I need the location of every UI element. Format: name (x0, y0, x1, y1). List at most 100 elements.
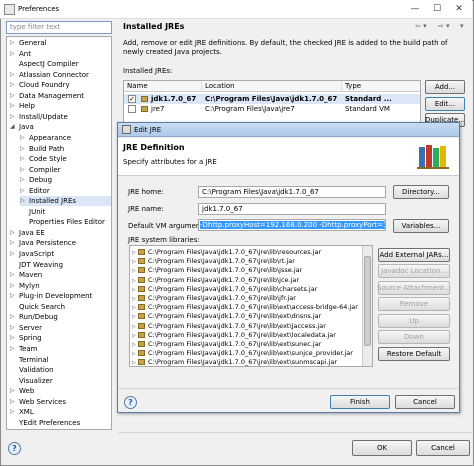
expand-icon[interactable]: ▷ (10, 333, 15, 343)
sidebar-item-install-update[interactable]: ▷ Install/Update (10, 112, 111, 122)
sidebar-item-mylyn[interactable]: ▷ Mylyn (10, 281, 111, 291)
sidebar-item-spring[interactable]: ▷ Spring (10, 333, 111, 343)
cancel-button[interactable]: Cancel (416, 440, 470, 456)
expand-icon[interactable]: ▷ (10, 101, 15, 111)
sidebar-item-quick-search[interactable]: Quick Search (10, 302, 111, 312)
sidebar-item-web[interactable]: ▷ Web (10, 386, 111, 396)
sidebar-item-aspectj-compiler[interactable]: AspectJ Compiler (10, 59, 111, 69)
libraries-scrollbar[interactable] (362, 246, 372, 366)
system-libraries-list[interactable]: ▷ C:\Program Files\Java\jdk1.7.0_67\jre\l… (129, 245, 373, 367)
sidebar-item-visualizer[interactable]: Visualizer (10, 376, 111, 386)
sidebar-item-run-debug[interactable]: ▷ Run/Debug (10, 312, 111, 322)
sidebar-item-properties-files-editor[interactable]: Properties Files Editor (20, 217, 111, 227)
expand-icon[interactable]: ▷ (20, 154, 25, 164)
expand-icon[interactable]: ▷ (20, 144, 25, 154)
sidebar-item-debug[interactable]: ▷ Debug (20, 175, 111, 185)
down-button[interactable]: Down (378, 330, 450, 344)
directory-button[interactable]: Directory... (393, 185, 449, 199)
expand-icon[interactable]: ▷ (20, 186, 25, 196)
edit-jre-button[interactable]: Edit... (425, 97, 465, 111)
expand-icon[interactable]: ▷ (10, 238, 15, 248)
jre-home-field[interactable]: C:\Program Files\Java\jdk1.7.0_67 (198, 186, 386, 198)
sidebar-item-data-management[interactable]: ▷ Data Management (10, 91, 111, 101)
library-item[interactable]: ▷ C:\Program Files\Java\jdk1.7.0_67\jre\l… (132, 294, 296, 303)
restore-default-button[interactable]: Restore Default (378, 347, 450, 361)
help-icon[interactable]: ? (8, 442, 21, 455)
library-item[interactable]: ▷ C:\Program Files\Java\jdk1.7.0_67\jre\l… (132, 312, 321, 321)
sidebar-item-xml[interactable]: ▷ XML (10, 407, 111, 417)
sidebar-item-build-path[interactable]: ▷ Build Path (20, 144, 111, 154)
library-item[interactable]: ▷ C:\Program Files\Java\jdk1.7.0_67\jre\l… (132, 322, 326, 331)
sidebar-item-jdt-weaving[interactable]: JDT Weaving (10, 260, 111, 270)
library-item[interactable]: ▷ C:\Program Files\Java\jdk1.7.0_67\jre\l… (132, 248, 321, 257)
variables-button[interactable]: Variables... (393, 219, 449, 233)
menu-icon[interactable]: ▾ (460, 22, 464, 30)
expand-icon[interactable]: ▷ (10, 80, 15, 90)
sidebar-item-general[interactable]: ▷ General (10, 38, 111, 48)
expand-icon[interactable]: ▷ (10, 291, 15, 301)
add-jre-button[interactable]: Add... (425, 80, 465, 94)
sidebar-item-help[interactable]: ▷ Help (10, 101, 111, 111)
forward-icon[interactable]: ⇨ ▾ (438, 22, 450, 30)
sidebar-item-yedit-preferences[interactable]: YEdit Preferences (10, 418, 111, 428)
expand-icon[interactable]: ▷ (20, 196, 25, 206)
expand-icon[interactable]: ▷ (10, 70, 15, 80)
expand-icon[interactable]: ◢ (10, 122, 15, 132)
minimize-icon[interactable]: — (404, 1, 426, 16)
sidebar-item-ant[interactable]: ▷ Ant (10, 49, 111, 59)
sidebar-item-plug-in-development[interactable]: ▷ Plug-in Development (10, 291, 111, 301)
sidebar-item-code-style[interactable]: ▷ Code Style (20, 154, 111, 164)
up-button[interactable]: Up (378, 314, 450, 328)
sidebar-item-team[interactable]: ▷ Team (10, 344, 111, 354)
expand-icon[interactable]: ▷ (10, 407, 15, 417)
jre-checkbox[interactable] (128, 105, 136, 113)
library-item[interactable]: ▷ C:\Program Files\Java\jdk1.7.0_67\jre\l… (132, 285, 317, 294)
scrollbar-thumb[interactable] (364, 256, 371, 346)
expand-icon[interactable]: ▷ (10, 344, 15, 354)
expand-icon[interactable]: ▷ (10, 49, 15, 59)
library-item[interactable]: ▷ C:\Program Files\Java\jdk1.7.0_67\jre\l… (132, 303, 358, 312)
library-item[interactable]: ▷ C:\Program Files\Java\jdk1.7.0_67\jre\l… (132, 331, 336, 340)
sidebar-item-editor[interactable]: ▷ Editor (20, 186, 111, 196)
column-header-name[interactable]: Name (124, 81, 202, 92)
expand-icon[interactable]: ▷ (10, 38, 15, 48)
maximize-icon[interactable]: ☐ (426, 1, 448, 16)
add-external-jars-button[interactable]: Add External JARs... (378, 248, 450, 262)
sidebar-item-maven[interactable]: ▷ Maven (10, 270, 111, 280)
expand-icon[interactable]: ▷ (10, 270, 15, 280)
source-attachment-button[interactable]: Source Attachment... (377, 281, 451, 295)
sidebar-item-java[interactable]: ◢ Java (10, 122, 111, 132)
jre-name-field[interactable]: jdk1.7.0_67 (198, 203, 386, 215)
expand-icon[interactable]: ▷ (20, 133, 25, 143)
expand-icon[interactable]: ▷ (20, 165, 25, 175)
back-icon[interactable]: ⇦ ▾ (415, 22, 427, 30)
expand-icon[interactable]: ▷ (10, 386, 15, 396)
sidebar-item-junit[interactable]: JUnit (20, 207, 111, 217)
vm-args-field[interactable]: -Dhttp.proxyHost=192.168.0.200 -Dhttp.pr… (198, 219, 386, 231)
library-item[interactable]: ▷ C:\Program Files\Java\jdk1.7.0_67\jre\l… (132, 266, 302, 275)
filter-input[interactable]: type filter text (6, 21, 112, 34)
sidebar-item-terminal[interactable]: Terminal (10, 355, 111, 365)
close-icon[interactable]: ✕ (448, 1, 470, 16)
expand-icon[interactable]: ▷ (10, 228, 15, 238)
expand-icon[interactable]: ▷ (10, 397, 15, 407)
ok-button[interactable]: OK (352, 440, 412, 456)
sidebar-item-appearance[interactable]: ▷ Appearance (20, 133, 111, 143)
expand-icon[interactable]: ▷ (20, 175, 25, 185)
expand-icon[interactable]: ▷ (10, 91, 15, 101)
remove-button[interactable]: Remove (378, 297, 450, 311)
jre-checkbox-checked[interactable]: ✓ (128, 95, 136, 103)
library-item[interactable]: ▷ C:\Program Files\Java\jdk1.7.0_67\jre\l… (132, 276, 299, 285)
sidebar-item-atlassian-connector[interactable]: ▷ Atlassian Connector (10, 70, 111, 80)
finish-button[interactable]: Finish (330, 395, 390, 409)
dialog-help-icon[interactable]: ? (124, 396, 137, 409)
expand-icon[interactable]: ▷ (10, 249, 15, 259)
library-item[interactable]: ▷ C:\Program Files\Java\jdk1.7.0_67\jre\l… (132, 340, 321, 349)
expand-icon[interactable]: ▷ (10, 323, 15, 333)
sidebar-item-compiler[interactable]: ▷ Compiler (20, 165, 111, 175)
sidebar-item-validation[interactable]: Validation (10, 365, 111, 375)
library-item[interactable]: ▷ C:\Program Files\Java\jdk1.7.0_67\jre\l… (132, 358, 337, 366)
sidebar-item-server[interactable]: ▷ Server (10, 323, 111, 333)
expand-icon[interactable]: ▷ (10, 112, 15, 122)
sidebar-item-javascript[interactable]: ▷ JavaScript (10, 249, 111, 259)
